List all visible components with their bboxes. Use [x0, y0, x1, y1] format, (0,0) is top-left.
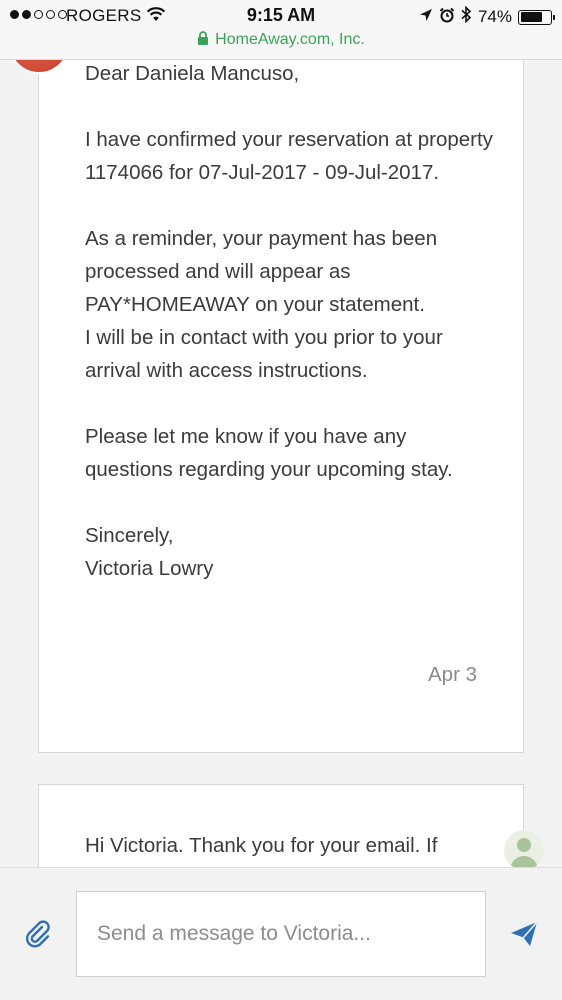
paperclip-icon[interactable] [22, 918, 54, 950]
location-arrow-icon [419, 8, 433, 27]
status-bar: ROGERS 9:15 AM 74% HomeAway.com, Inc. [0, 0, 562, 60]
url-bar[interactable]: HomeAway.com, Inc. [0, 31, 562, 50]
alarm-clock-icon [439, 7, 455, 28]
message-body: Dear Daniela Mancuso, I have confirmed y… [85, 62, 493, 580]
battery-percent: 74% [477, 7, 512, 26]
message-card: Hi Victoria. Thank you for your email. I… [38, 784, 524, 867]
message-composer [0, 867, 562, 1000]
message-thread[interactable]: Dear Daniela Mancuso, I have confirmed y… [0, 60, 562, 867]
message-body: Hi Victoria. Thank you for your email. I… [85, 834, 438, 857]
lock-icon [197, 31, 209, 50]
url-text: HomeAway.com, Inc. [215, 31, 365, 48]
send-icon[interactable] [508, 918, 540, 950]
message-card: Dear Daniela Mancuso, I have confirmed y… [38, 60, 524, 753]
battery-icon [518, 9, 555, 25]
message-input[interactable] [76, 891, 486, 977]
user-avatar [504, 830, 544, 867]
message-date: Apr 3 [428, 663, 477, 686]
bluetooth-icon [461, 5, 472, 28]
